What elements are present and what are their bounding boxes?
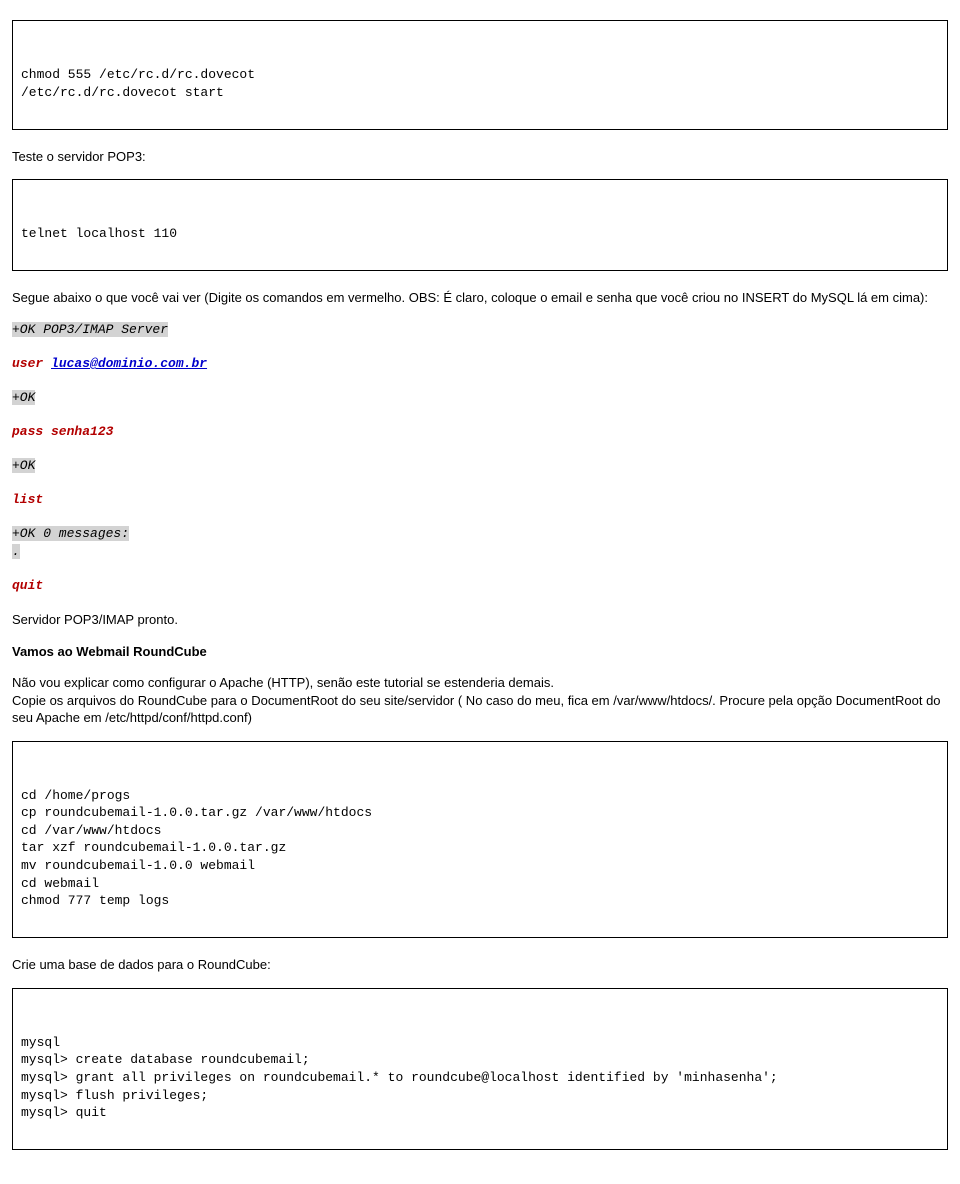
session-response: +OK 0 messages: xyxy=(12,526,129,541)
code-line: cd /home/progs xyxy=(21,787,939,805)
heading-roundcube: Vamos ao Webmail RoundCube xyxy=(12,643,948,661)
code-lines: mysqlmysql> create database roundcubemai… xyxy=(21,1034,939,1122)
code-line: telnet localhost 110 xyxy=(21,225,939,243)
code-line: mysql> flush privileges; xyxy=(21,1087,939,1105)
code-line: tar xzf roundcubemail-1.0.0.tar.gz xyxy=(21,839,939,857)
email-link[interactable]: lucas@dominio.com.br xyxy=(51,356,207,371)
session-transcript: +OK POP3/IMAP Server user lucas@dominio.… xyxy=(12,321,948,593)
code-line: chmod 777 temp logs xyxy=(21,892,939,910)
paragraph-instructions: Segue abaixo o que você vai ver (Digite … xyxy=(12,289,948,307)
session-command-user: user lucas@dominio.com.br xyxy=(12,356,207,371)
code-line: mysql> quit xyxy=(21,1104,939,1122)
code-line: cd /var/www/htdocs xyxy=(21,822,939,840)
cmd-text: user xyxy=(12,356,51,371)
paragraph-test-pop3: Teste o servidor POP3: xyxy=(12,148,948,166)
code-box-telnet: telnet localhost 110 xyxy=(12,179,948,271)
session-command-quit: quit xyxy=(12,578,43,593)
code-lines: chmod 555 /etc/rc.d/rc.dovecot/etc/rc.d/… xyxy=(21,66,939,101)
session-response: +OK xyxy=(12,458,35,473)
code-box-roundcube-install: cd /home/progscp roundcubemail-1.0.0.tar… xyxy=(12,741,948,938)
code-lines: telnet localhost 110 xyxy=(21,225,939,243)
code-box-dovecot: chmod 555 /etc/rc.d/rc.dovecot/etc/rc.d/… xyxy=(12,20,948,130)
session-response: +OK POP3/IMAP Server xyxy=(12,322,168,337)
code-line: /etc/rc.d/rc.dovecot start xyxy=(21,84,939,102)
code-line: mv roundcubemail-1.0.0 webmail xyxy=(21,857,939,875)
code-line: mysql> create database roundcubemail; xyxy=(21,1051,939,1069)
code-line: cp roundcubemail-1.0.0.tar.gz /var/www/h… xyxy=(21,804,939,822)
code-line: mysql> grant all privileges on roundcube… xyxy=(21,1069,939,1087)
code-line: mysql xyxy=(21,1034,939,1052)
code-lines: cd /home/progscp roundcubemail-1.0.0.tar… xyxy=(21,787,939,910)
code-line: chmod 555 /etc/rc.d/rc.dovecot xyxy=(21,66,939,84)
text: Copie os arquivos do RoundCube para o Do… xyxy=(12,693,941,726)
paragraph-create-db: Crie uma base de dados para o RoundCube: xyxy=(12,956,948,974)
paragraph-pop3-ready: Servidor POP3/IMAP pronto. xyxy=(12,611,948,629)
text: Não vou explicar como configurar o Apach… xyxy=(12,675,554,690)
code-box-mysql: mysqlmysql> create database roundcubemai… xyxy=(12,988,948,1150)
session-command-list: list xyxy=(12,492,43,507)
code-line: cd webmail xyxy=(21,875,939,893)
session-response: . xyxy=(12,544,20,559)
paragraph-roundcube-explain: Não vou explicar como configurar o Apach… xyxy=(12,674,948,727)
session-command-pass: pass senha123 xyxy=(12,424,113,439)
session-response: +OK xyxy=(12,390,35,405)
